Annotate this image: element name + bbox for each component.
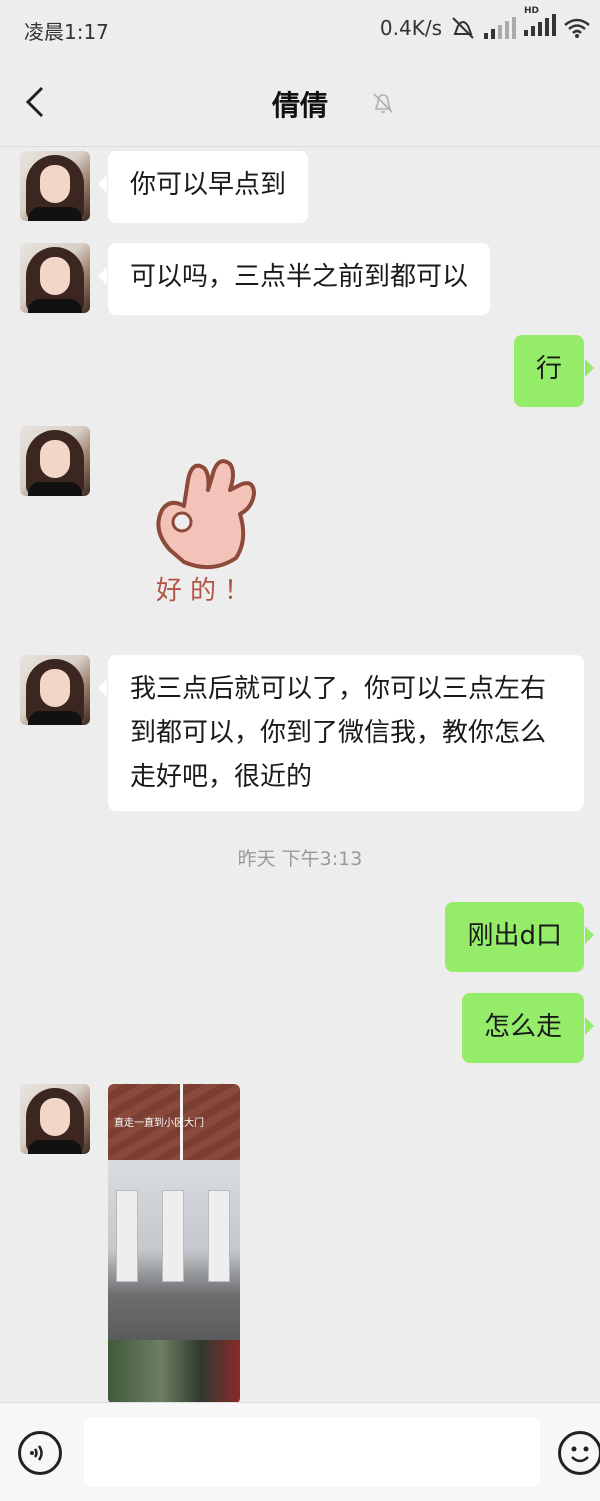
contact-name[interactable]: 倩倩: [0, 84, 600, 124]
message-timestamp: 昨天 下午3:13: [237, 848, 363, 870]
mute-alarm-icon: [452, 16, 474, 39]
message-bubble-sent[interactable]: 怎么走: [461, 993, 595, 1063]
status-icons: 0.4K/s HD: [379, 6, 590, 41]
bell-off-icon: [373, 93, 393, 113]
chat-header: 倩倩: [0, 58, 600, 147]
input-bar: [0, 1402, 600, 1501]
contact-avatar[interactable]: [20, 1084, 90, 1154]
message-bubble-sent[interactable]: 刚出d口: [445, 902, 594, 972]
image-caption: 直走一直到小区大门: [114, 1118, 204, 1129]
wifi-icon: [564, 18, 590, 38]
contact-avatar[interactable]: [20, 151, 90, 221]
contact-avatar[interactable]: [20, 426, 90, 496]
message-bubble-received[interactable]: 你可以早点到: [97, 151, 309, 223]
message-input[interactable]: [84, 1417, 540, 1487]
emoji-icon[interactable]: [558, 1431, 600, 1475]
status-bar: 凌晨1:17 0.4K/s HD: [0, 0, 600, 58]
message-bubble-sent[interactable]: 行: [513, 335, 595, 407]
net-speed: 0.4K/s: [379, 15, 442, 40]
message-bubble-received[interactable]: 我三点后就可以了，你可以三点左右到都可以，你到了微信我，教你怎么走好吧，很近的: [98, 655, 584, 811]
image-message[interactable]: 直走一直到小区大门: [108, 1084, 240, 1404]
contact-avatar[interactable]: [20, 655, 90, 725]
sticker-caption: 好的！: [156, 576, 259, 606]
message-bubble-received[interactable]: 可以吗，三点半之前到都可以: [97, 243, 491, 315]
voice-icon[interactable]: [18, 1431, 62, 1475]
status-time: 凌晨1:17: [24, 20, 109, 44]
signal-icon: [484, 16, 516, 39]
signal-hd-icon: HD: [524, 6, 556, 41]
contact-avatar[interactable]: [20, 243, 90, 313]
